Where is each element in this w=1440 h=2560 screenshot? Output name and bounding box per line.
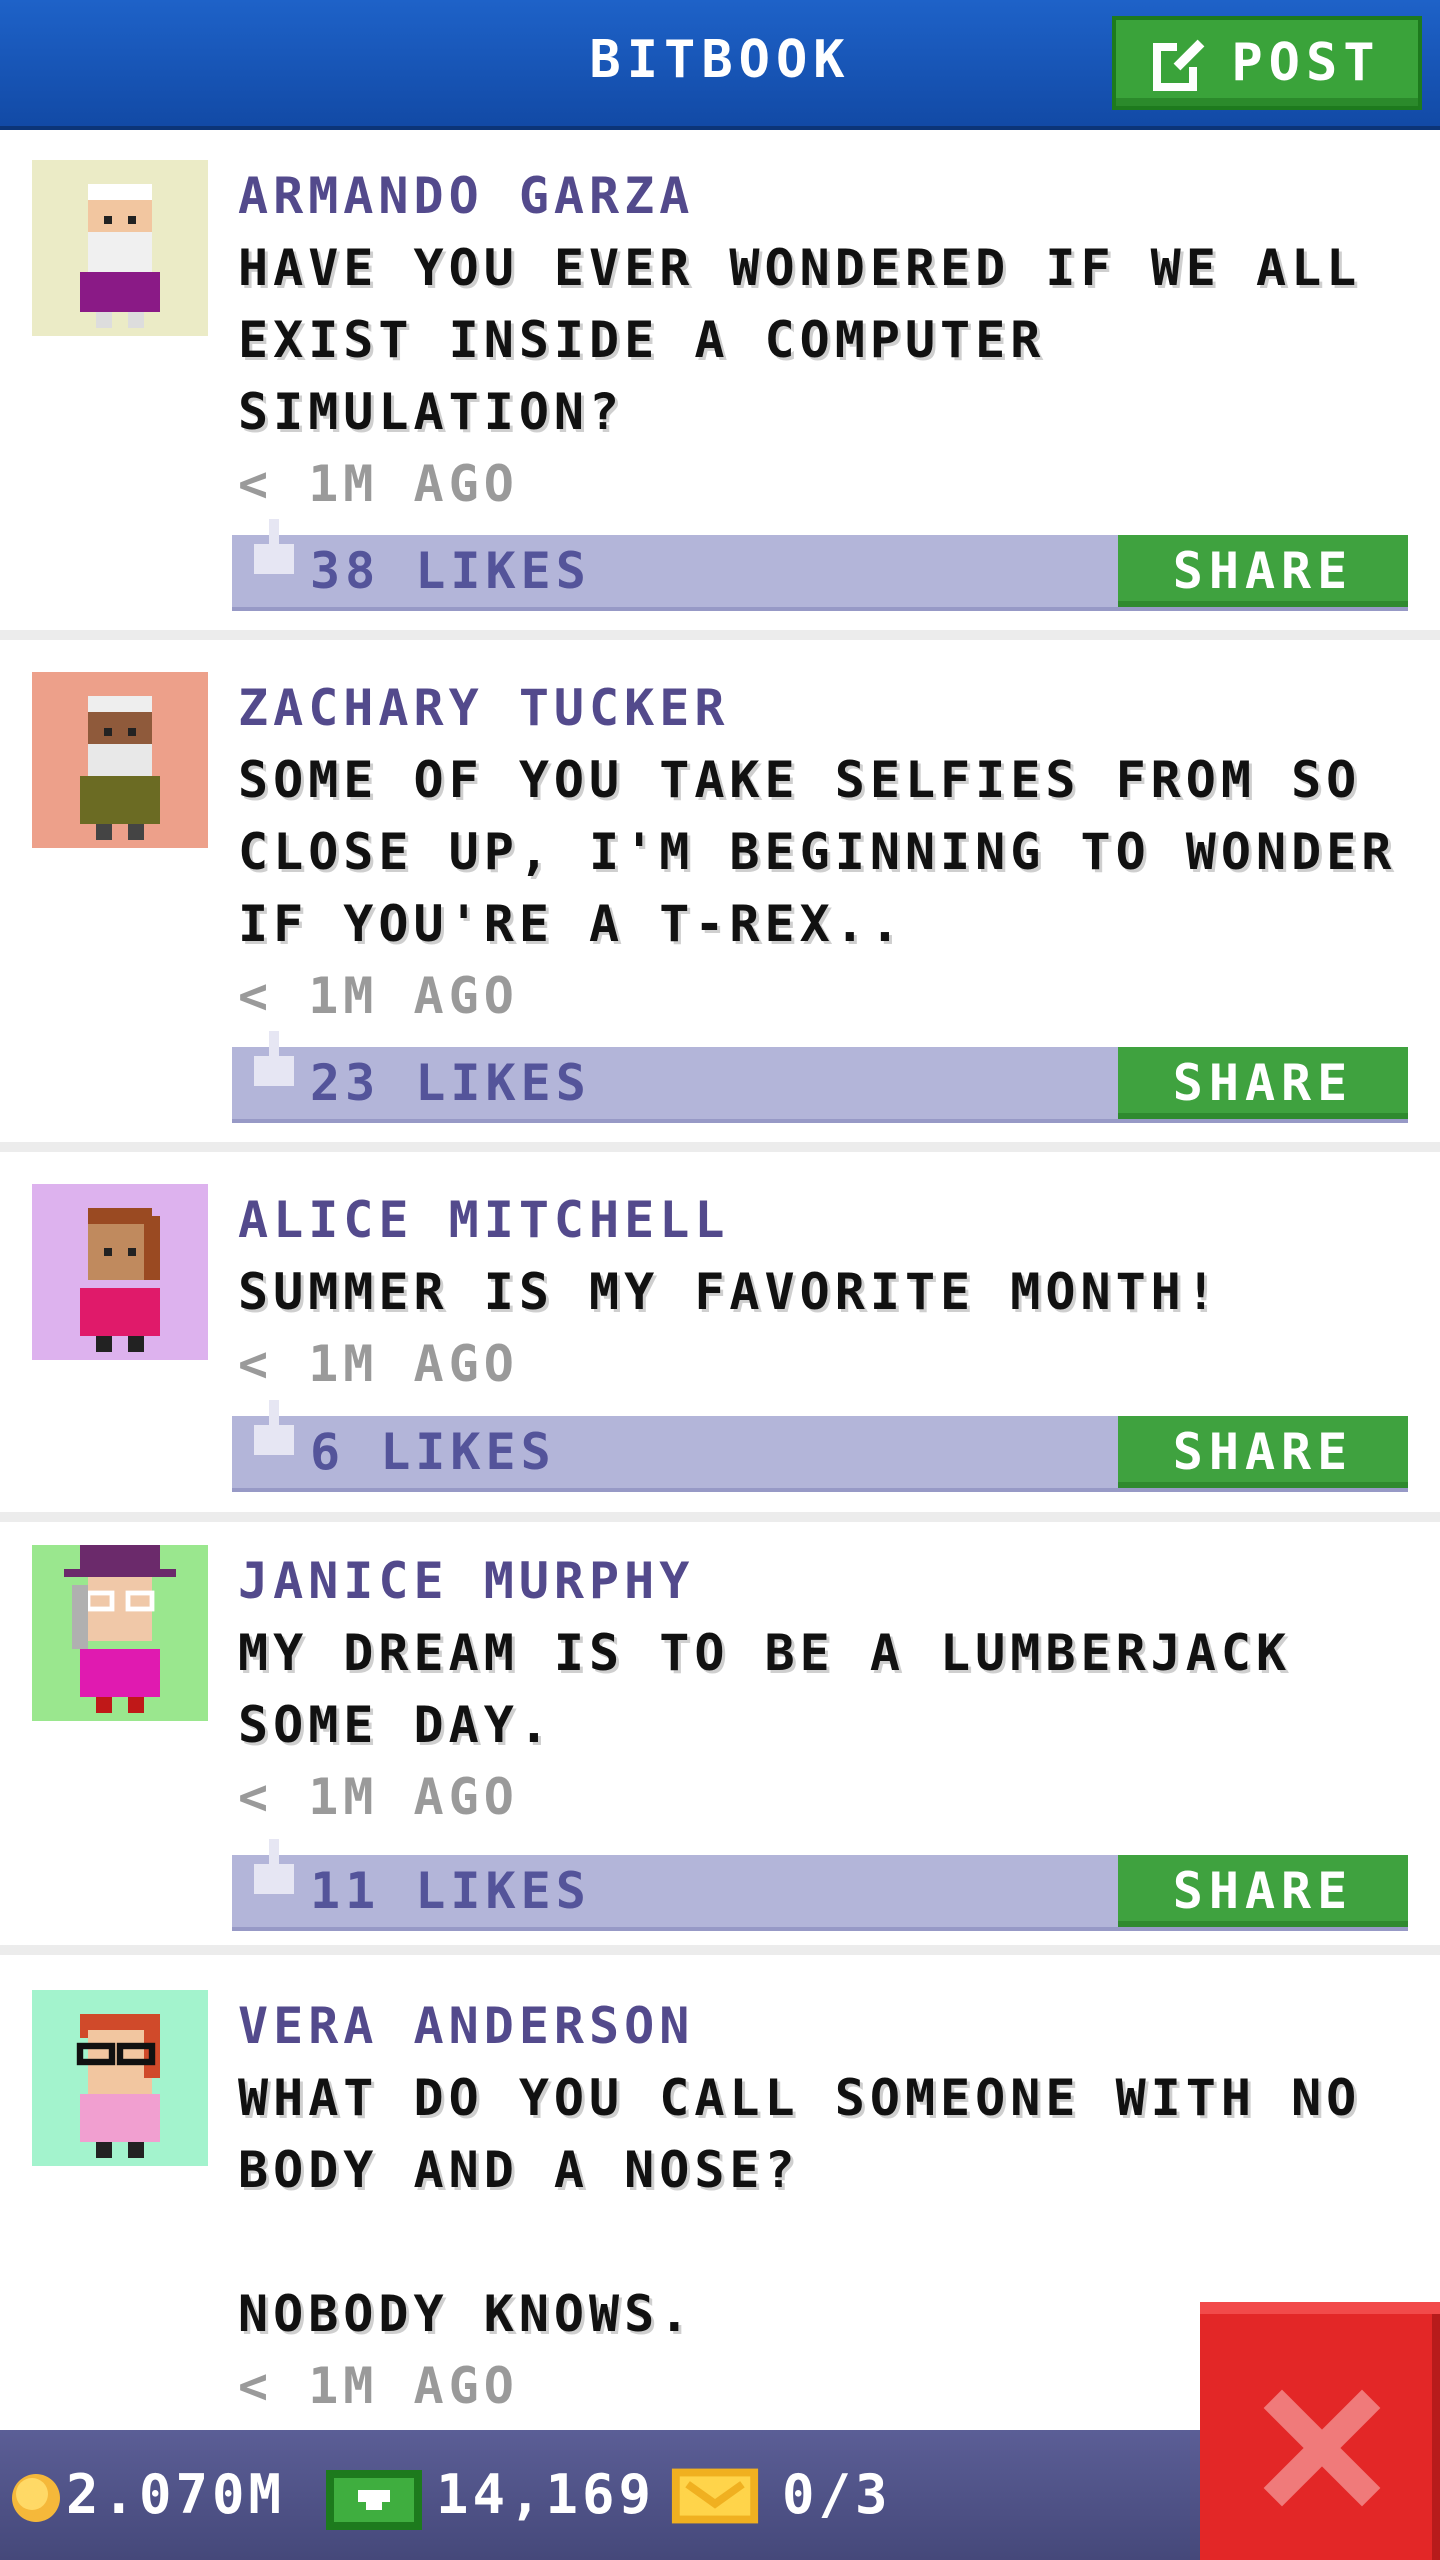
post-author[interactable]: JANICE MURPHY bbox=[238, 1545, 694, 1617]
post-button[interactable]: POST bbox=[1112, 16, 1422, 110]
thumbs-up-icon[interactable] bbox=[254, 1839, 294, 1899]
post-time: < 1M AGO bbox=[238, 1768, 519, 1826]
edit-icon bbox=[1153, 39, 1206, 91]
feed-post: JANICE MURPHY MY DREAM IS TO BE A LUMBER… bbox=[0, 1545, 1440, 1955]
thumbs-up-icon[interactable] bbox=[254, 1400, 294, 1460]
likes-bar: 23 LIKES SHARE bbox=[232, 1031, 1408, 1119]
likes-count: 38 LIKES bbox=[310, 542, 591, 600]
post-author[interactable]: ALICE MITCHELL bbox=[238, 1184, 729, 1256]
avatar[interactable] bbox=[32, 1184, 208, 1360]
post-button-label: POST bbox=[1231, 33, 1381, 93]
thumbs-up-icon[interactable] bbox=[254, 519, 294, 579]
post-message: SUMMER IS MY FAVORITE MONTH! bbox=[238, 1263, 1221, 1321]
likes-count: 6 LIKES bbox=[310, 1423, 556, 1481]
avatar[interactable] bbox=[32, 1990, 208, 2166]
share-button[interactable]: SHARE bbox=[1118, 1416, 1408, 1488]
likes-bar: 6 LIKES SHARE bbox=[232, 1400, 1408, 1488]
bux-amount: 14,169 bbox=[436, 2463, 656, 2526]
thumbs-up-icon[interactable] bbox=[254, 1031, 294, 1091]
app-header: BITBOOK POST bbox=[0, 0, 1440, 130]
coin-icon bbox=[12, 2474, 60, 2522]
bux-icon bbox=[326, 2470, 422, 2530]
post-time: < 1M AGO bbox=[238, 967, 519, 1025]
likes-count: 11 LIKES bbox=[310, 1862, 591, 1920]
feed-post: ZACHARY TUCKER SOME OF YOU TAKE SELFIES … bbox=[0, 672, 1440, 1152]
share-button[interactable]: SHARE bbox=[1118, 1047, 1408, 1119]
avatar[interactable] bbox=[32, 672, 208, 848]
likes-count: 23 LIKES bbox=[310, 1054, 591, 1112]
post-message: WHAT DO YOU CALL SOMEONE WITH NO BODY AN… bbox=[238, 2069, 1362, 2343]
post-author[interactable]: VERA ANDERSON bbox=[238, 1990, 694, 2062]
likes-bar: 38 LIKES SHARE bbox=[232, 519, 1408, 607]
close-icon bbox=[1263, 2389, 1381, 2507]
share-button[interactable]: SHARE bbox=[1118, 1855, 1408, 1927]
likes-bar: 11 LIKES SHARE bbox=[232, 1839, 1408, 1927]
avatar[interactable] bbox=[32, 160, 208, 336]
feed-post: ALICE MITCHELL SUMMER IS MY FAVORITE MON… bbox=[0, 1184, 1440, 1522]
avatar[interactable] bbox=[32, 1545, 208, 1721]
tickets-count: 0/3 bbox=[782, 2463, 892, 2526]
close-button[interactable] bbox=[1200, 2302, 1440, 2560]
share-button[interactable]: SHARE bbox=[1118, 535, 1408, 607]
post-message: MY DREAM IS TO BE A LUMBERJACK SOME DAY. bbox=[238, 1624, 1292, 1754]
post-time: < 1M AGO bbox=[238, 2357, 519, 2415]
post-time: < 1M AGO bbox=[238, 455, 519, 513]
post-time: < 1M AGO bbox=[238, 1335, 519, 1393]
post-message: HAVE YOU EVER WONDERED IF WE ALL EXIST I… bbox=[238, 239, 1362, 441]
ticket-icon bbox=[671, 2468, 759, 2524]
post-author[interactable]: ARMANDO GARZA bbox=[238, 160, 694, 232]
post-author[interactable]: ZACHARY TUCKER bbox=[238, 672, 729, 744]
coins-amount: 2.070M bbox=[66, 2463, 286, 2526]
feed-post: ARMANDO GARZA HAVE YOU EVER WONDERED IF … bbox=[0, 160, 1440, 640]
post-message: SOME OF YOU TAKE SELFIES FROM SO CLOSE U… bbox=[238, 751, 1397, 953]
